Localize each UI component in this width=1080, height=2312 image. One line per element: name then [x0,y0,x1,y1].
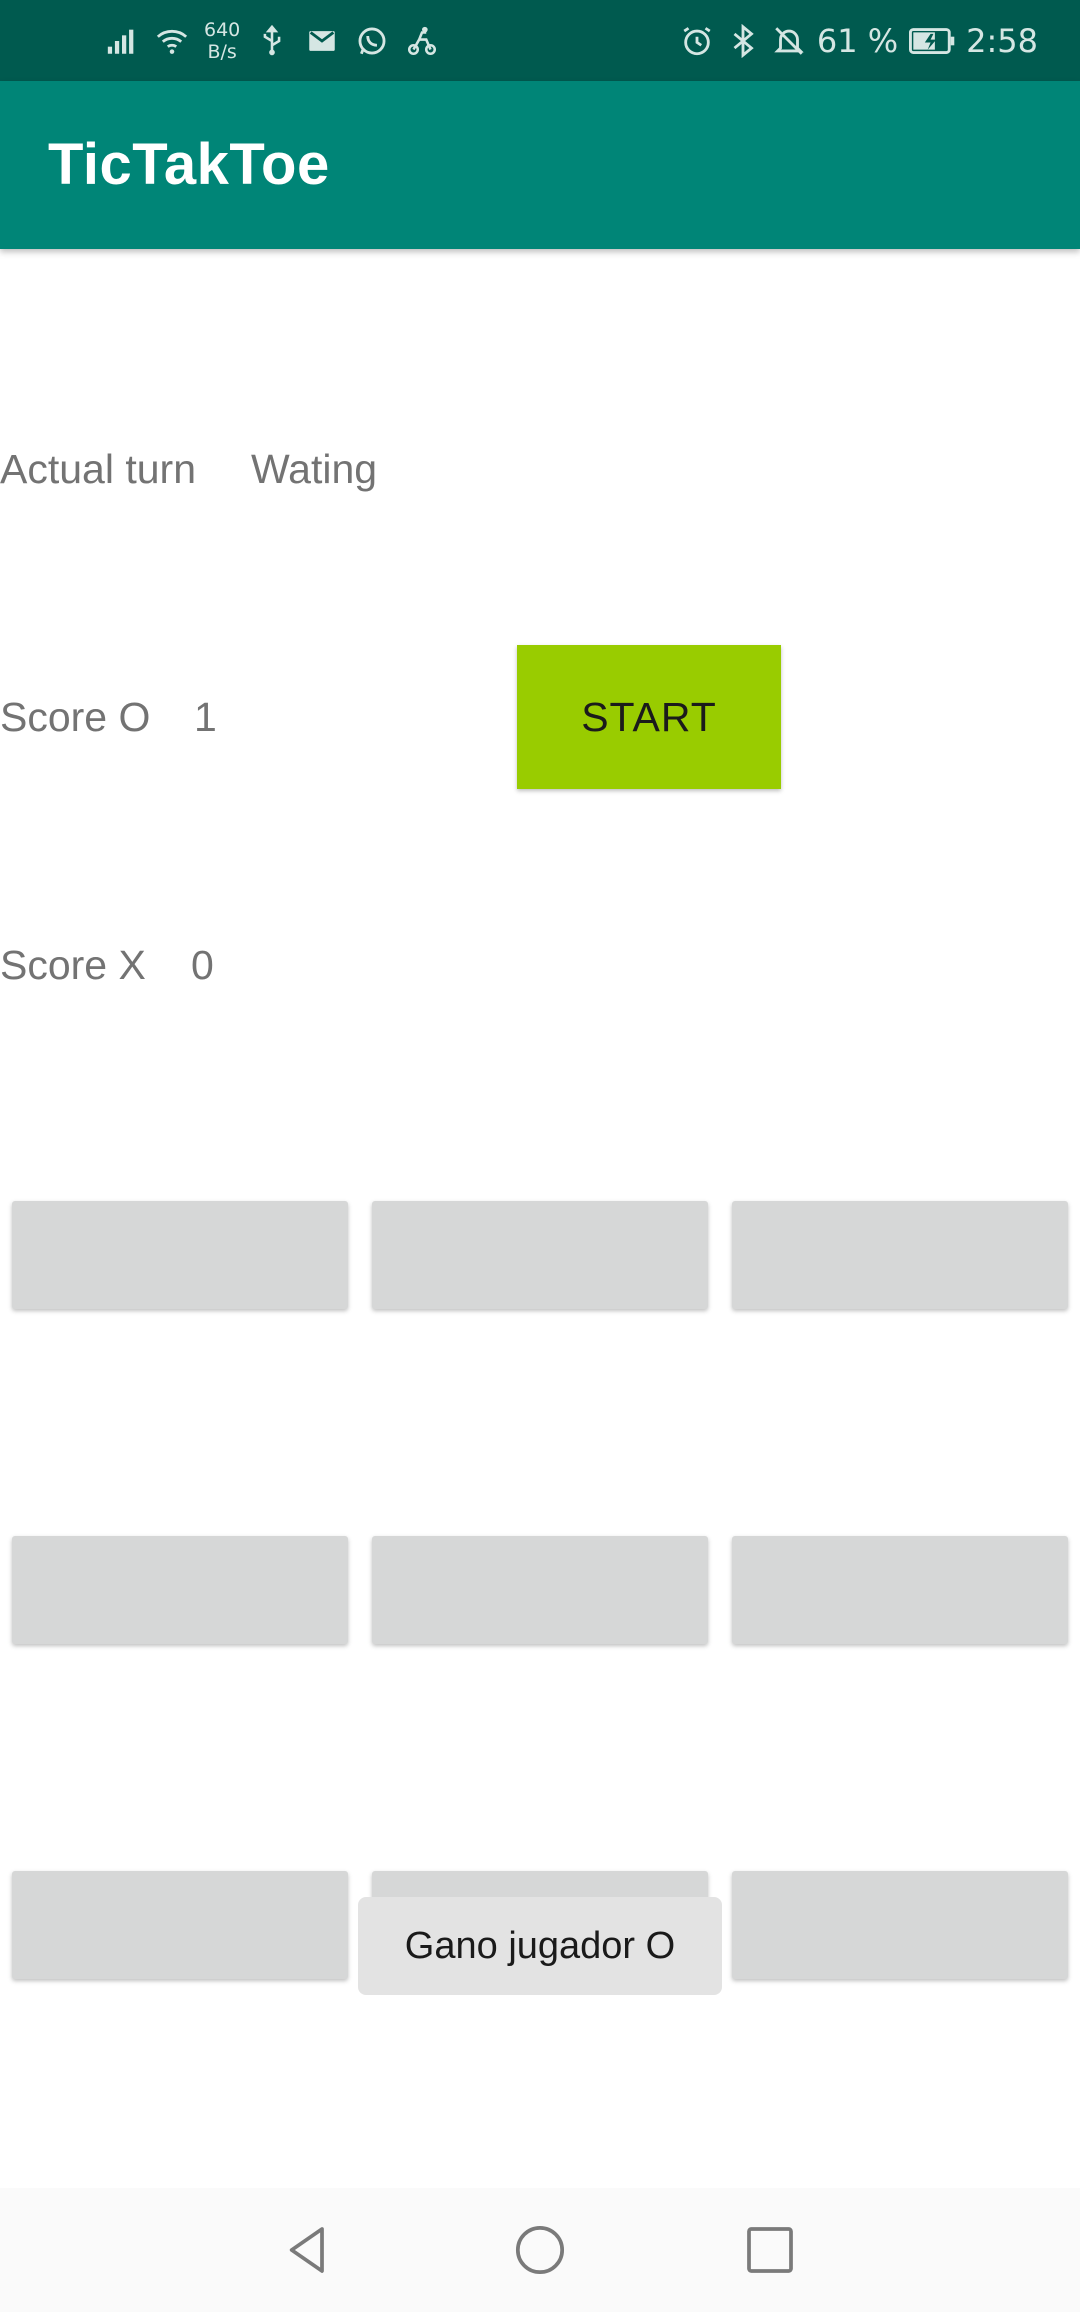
network-speed: 640 B/s [204,19,240,63]
bluetooth-icon [725,23,761,59]
toast-message: Gano jugador O [358,1897,722,1995]
clock: 2:58 [966,21,1038,60]
home-icon[interactable] [510,2220,570,2280]
score-x-label: Score X [0,942,146,988]
usb-icon [254,23,290,59]
score-o-label: Score O [0,694,151,740]
app-title: TicTakToe [48,132,330,197]
start-button[interactable]: START [517,645,781,789]
net-speed-unit: B/s [207,40,237,63]
gmail-icon [304,23,340,59]
status-bar-right: 61 % 2:58 [679,0,1038,81]
wifi-icon [154,23,190,59]
turn-value: Wating [251,446,378,492]
turn-label: Actual turn [0,446,196,492]
app-bar: TicTakToe [0,81,1080,249]
status-bar: 640 B/s 61 % 2:58 [0,0,1080,81]
score-x-value: 0 [191,942,214,988]
score-o-value: 1 [194,694,217,740]
recents-icon[interactable] [740,2220,800,2280]
battery-charging-icon [908,23,956,59]
silent-icon [771,23,807,59]
board-cell-r1-c2[interactable] [372,1201,708,1309]
battery-percent: 61 % [816,21,899,60]
status-bar-left: 640 B/s [104,0,440,81]
delivery-icon [404,23,440,59]
alarm-icon [679,23,715,59]
whatsapp-icon [354,23,390,59]
net-speed-value: 640 [204,18,241,41]
board-cell-r2-c3[interactable] [732,1536,1068,1644]
board-cell-r1-c1[interactable] [12,1201,348,1309]
board-cell-r3-c3[interactable] [732,1871,1068,1979]
back-icon[interactable] [278,2220,338,2280]
board-cell-r2-c1[interactable] [12,1536,348,1644]
navigation-bar [0,2188,1080,2312]
board-cell-r1-c3[interactable] [732,1201,1068,1309]
board-cell-r2-c2[interactable] [372,1536,708,1644]
board-cell-r3-c1[interactable] [12,1871,348,1979]
signal-icon [104,23,140,59]
